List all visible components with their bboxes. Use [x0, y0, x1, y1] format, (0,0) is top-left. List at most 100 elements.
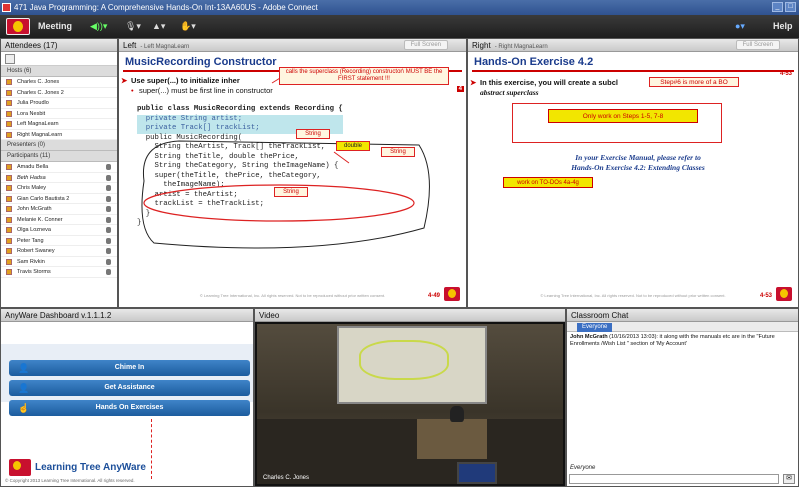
learning-tree-logo — [6, 18, 30, 35]
left-pod-title: Left — [123, 41, 137, 50]
attendee-row[interactable]: Chris Maley — [1, 183, 117, 194]
send-icon[interactable]: ✉ — [783, 474, 795, 484]
annotation-layer — [141, 74, 430, 249]
slide-page-number: 4-49 — [427, 293, 440, 299]
fullscreen-button[interactable]: Full Screen — [735, 40, 780, 50]
attendee-row[interactable]: Charles C. Jones — [1, 77, 117, 88]
microphone-icon — [106, 206, 111, 212]
slide-title: Hands-On Exercise 4.2 — [474, 56, 594, 68]
slide-bullet-1: ➤ In this exercise, you will create a sub… — [470, 78, 714, 87]
person-icon: 👤 — [18, 363, 30, 373]
attendee-row[interactable]: Amadu Bella — [1, 162, 117, 173]
right-share-pod: Right - Right MagnaLearn Full Screen Hand… — [467, 38, 799, 308]
status-icon[interactable]: ●▾ — [735, 20, 745, 33]
participant-icon — [6, 227, 12, 233]
participant-icon — [6, 206, 12, 212]
participant-icon — [6, 195, 12, 202]
exercise-reference-line: Hands-On Exercise 4.2: Extending Classes — [571, 163, 705, 172]
microphone-icon — [106, 248, 111, 254]
attendee-row[interactable]: Melanie K. Conner — [1, 215, 117, 225]
projected-annotation — [359, 340, 449, 380]
speaker-icon[interactable]: ◀))▾ — [90, 20, 107, 33]
microphone-icon[interactable]: 🎙▾ — [125, 20, 141, 33]
attendee-row[interactable]: Olga Lozneva — [1, 225, 117, 236]
participants-group[interactable]: Participants (11) — [1, 151, 117, 162]
video-header: Video — [255, 309, 565, 322]
annotation-label: String — [274, 187, 308, 197]
raise-hand-icon[interactable]: ✋▾ — [180, 20, 196, 33]
slide-rule — [472, 70, 794, 72]
classroom-chat: Classroom Chat Everyone John McGrath (10… — [566, 308, 799, 487]
right-slide: Hands-On Exercise 4.2 4-53 ➤ In this exer… — [468, 53, 798, 307]
slide-footer: © Learning Tree International, Inc. All … — [199, 293, 386, 298]
attendees-title: Attendees — [5, 41, 42, 50]
chat-tab-everyone[interactable]: Everyone — [577, 323, 613, 332]
attendee-row[interactable]: Travis Storms — [1, 267, 117, 278]
annotation-highlight: Only work on Steps 1-5, 7-8 — [548, 109, 698, 123]
microphone-icon — [106, 164, 111, 170]
participant-icon — [6, 185, 12, 191]
participant-icon — [6, 216, 12, 223]
get-assistance-button[interactable]: 👤 Get Assistance — [9, 380, 250, 396]
hand-icon: ☝ — [18, 403, 30, 413]
meeting-menu[interactable]: Meeting — [38, 15, 72, 38]
help-menu[interactable]: Help — [773, 15, 793, 38]
video-caption: Charles C. Jones — [263, 475, 310, 481]
right-pod-title: Right — [472, 41, 491, 50]
attendee-row[interactable]: Robert Swaney — [1, 246, 117, 257]
slide-footer: © Learning Tree International, Inc. All … — [540, 293, 726, 298]
learning-tree-logo — [776, 287, 792, 301]
chat-input[interactable] — [569, 474, 779, 484]
microphone-icon — [106, 258, 111, 265]
copyright: © Copyright 2013 Learning Tree Internati… — [5, 478, 135, 483]
attendees-toolbar — [1, 52, 117, 66]
right-pod-owner: - Right MagnaLearn — [494, 44, 548, 50]
annotation-label: double — [336, 141, 370, 151]
attendee-row[interactable]: Right MagnaLearn — [1, 130, 117, 140]
annotation-highlight: work on TO-DOs 4a-4g — [503, 177, 593, 188]
attendee-row[interactable]: Charles C. Jones 2 — [1, 88, 117, 98]
participant-icon — [6, 164, 12, 170]
left-slide: MusicRecording Constructor ➤ Use super(..… — [119, 53, 466, 307]
chime-in-button[interactable]: 👤 Chime In — [9, 360, 250, 376]
sort-icon[interactable] — [5, 54, 15, 64]
microphone-icon — [106, 237, 111, 244]
host-icon — [6, 131, 12, 138]
attendee-row[interactable]: Julia Proudlo — [1, 98, 117, 109]
attendee-row[interactable]: Beth Hadsa — [1, 173, 117, 183]
attendee-row[interactable]: Sam Rivkin — [1, 257, 117, 267]
monitor — [457, 462, 497, 484]
attendee-row[interactable]: Gian Carlo Bautista 2 — [1, 194, 117, 204]
maximize-button[interactable]: □ — [785, 2, 796, 12]
attendees-panel: Attendees (17) Hosts (6) Charles C. Jone… — [0, 38, 118, 308]
left-pod-owner: - Left MagnaLearn — [140, 44, 190, 50]
host-icon — [6, 89, 12, 96]
attendee-row[interactable]: Peter Tang — [1, 236, 117, 246]
video-feed[interactable]: Charles C. Jones — [257, 324, 563, 484]
attendees-header: Attendees (17) — [1, 39, 117, 52]
hosts-group[interactable]: Hosts (6) — [1, 66, 117, 77]
slide-bullet-1-cont: abstract superclass — [480, 88, 539, 97]
minimize-button[interactable]: _ — [772, 2, 783, 12]
attendee-row[interactable]: John McGrath — [1, 204, 117, 215]
webcam-icon[interactable]: ▲▾ — [152, 20, 165, 33]
presenters-group[interactable]: Presenters (0) — [1, 140, 117, 151]
annotation-arrow — [333, 151, 350, 164]
chat-sender: John McGrath — [570, 334, 608, 340]
attendee-row[interactable]: Lora Nesbit — [1, 109, 117, 119]
window-title: 471 Java Programming: A Comprehensive Ha… — [14, 3, 318, 12]
hands-on-exercises-button[interactable]: ☝ Hands On Exercises — [9, 400, 250, 416]
annotation-label: String — [296, 129, 330, 139]
anyware-brand: Learning Tree AnyWare — [35, 462, 146, 473]
host-icon — [6, 100, 12, 106]
attendee-row[interactable]: Left MagnaLearn — [1, 119, 117, 130]
lectern — [417, 419, 487, 459]
annotation-callout: Step#6 is more of a BO — [649, 77, 739, 87]
fullscreen-button[interactable]: Full Screen — [403, 40, 448, 50]
attendees-count: (17) — [43, 41, 58, 50]
participant-icon — [6, 248, 12, 254]
microphone-icon — [106, 227, 111, 233]
chat-recipient[interactable]: Everyone — [570, 465, 595, 471]
dashboard-header: AnyWare Dashboard v.1.1.1.2 — [1, 309, 253, 322]
right-pod-header: Right - Right MagnaLearn Full Screen — [468, 39, 798, 52]
